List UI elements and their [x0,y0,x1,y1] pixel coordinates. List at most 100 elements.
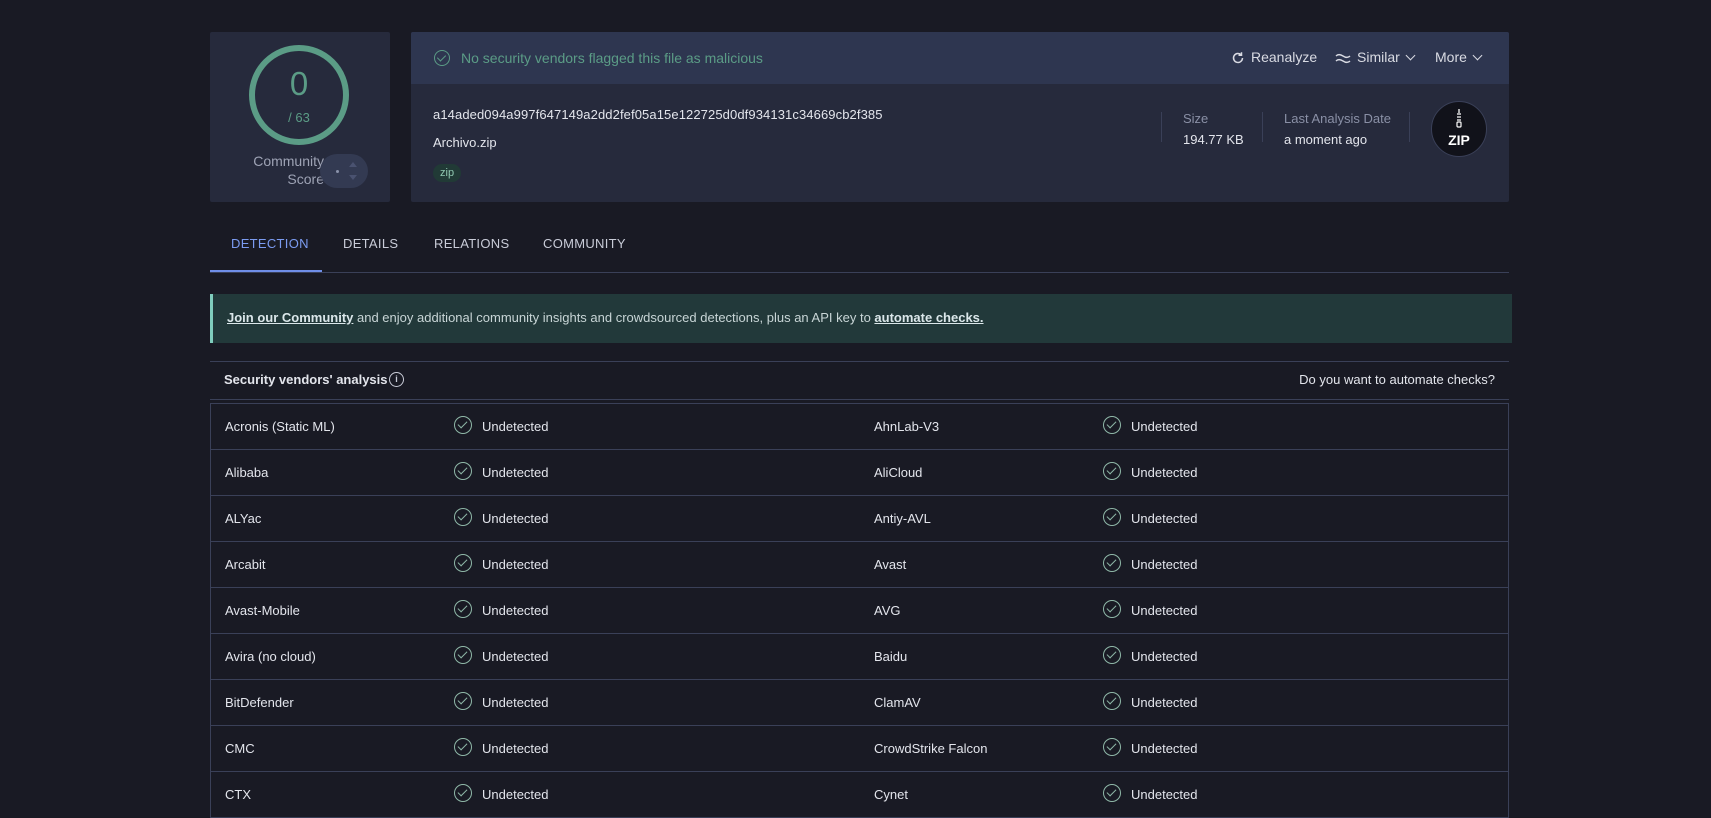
tab-relations[interactable]: RELATIONS [434,236,509,251]
similar-icon [1335,54,1351,64]
table-row: Avira (no cloud) Undetected Baidu Undete… [211,634,1508,680]
join-community-link[interactable]: Join our Community [227,310,353,325]
size-label: Size [1183,111,1209,126]
vendor-name: Avira (no cloud) [225,649,316,664]
vendor-name: Avast [874,557,907,572]
check-circle-icon [1103,692,1121,710]
check-circle-icon [434,50,450,66]
automate-checks-prompt[interactable]: Do you want to automate checks? [1299,372,1495,387]
vendor-result: Undetected [482,419,549,434]
check-circle-icon [454,738,472,756]
report-tabs: DETECTION DETAILS RELATIONS COMMUNITY [210,228,1509,273]
vendor-result: Undetected [482,603,549,618]
tab-detection[interactable]: DETECTION [231,236,309,251]
refresh-icon [1232,52,1244,64]
table-row: Acronis (Static ML) Undetected AhnLab-V3… [211,404,1508,450]
vendor-name: Antiy-AVL [874,511,931,526]
check-circle-icon [454,692,472,710]
vendor-result: Undetected [482,741,549,756]
community-banner-middle: and enjoy additional community insights … [353,310,875,325]
last-analysis-value: a moment ago [1284,132,1368,147]
table-row: ALYac Undetected Antiy-AVL Undetected [211,496,1508,542]
table-row: Alibaba Undetected AliCloud Undetected [211,450,1508,496]
table-row: CMC Undetected CrowdStrike Falcon Undete… [211,726,1508,772]
check-circle-icon [1103,416,1121,434]
vendor-name: CTX [225,787,251,802]
table-row: CTX Undetected Cynet Undetected [211,772,1508,818]
vendor-name: Alibaba [225,465,269,480]
zipper-icon [1456,109,1462,128]
divider [1409,112,1410,142]
check-circle-icon [454,416,472,434]
vendor-result: Undetected [482,557,549,572]
detection-score-card: 0 / 63 Community Score [210,32,390,202]
vendor-result: Undetected [1131,695,1198,710]
check-circle-icon [454,508,472,526]
vendor-result: Undetected [1131,741,1198,756]
zip-file-icon: ZIP [1431,101,1487,157]
table-row: Avast-Mobile Undetected AVG Undetected [211,588,1508,634]
check-circle-icon [1103,554,1121,572]
vendor-result: Undetected [482,787,549,802]
tab-community[interactable]: COMMUNITY [543,236,626,251]
reanalyze-button[interactable]: Reanalyze [1231,49,1317,65]
file-tag[interactable]: zip [433,164,462,182]
more-label: More [1435,49,1467,65]
vendors-table: Acronis (Static ML) Undetected AhnLab-V3… [210,403,1509,818]
vendor-name: Arcabit [225,557,266,572]
vendor-name: ALYac [225,511,262,526]
verdict-message: No security vendors flagged this file as… [461,50,763,66]
file-name: Archivo.zip [433,135,497,150]
vendor-name: AhnLab-V3 [874,419,940,434]
vote-down-icon[interactable] [349,175,357,180]
vendor-result: Undetected [1131,419,1198,434]
vendor-name: Baidu [874,649,908,664]
vendor-result: Undetected [482,649,549,664]
community-banner: Join our Community and enjoy additional … [210,294,1512,343]
community-banner-text: Join our Community and enjoy additional … [227,310,984,325]
vote-up-icon[interactable] [349,162,357,167]
table-row: Arcabit Undetected Avast Undetected [211,542,1508,588]
active-tab-indicator [210,270,322,272]
check-circle-icon [454,462,472,480]
size-value: 194.77 KB [1183,132,1244,147]
vendor-result: Undetected [482,511,549,526]
vendor-name: AVG [874,603,901,618]
check-circle-icon [1103,646,1121,664]
vendor-result: Undetected [1131,511,1198,526]
zip-label: ZIP [1448,132,1470,148]
last-analysis-label: Last Analysis Date [1284,111,1391,126]
check-circle-icon [1103,508,1121,526]
check-circle-icon [454,554,472,572]
check-circle-icon [1103,738,1121,756]
similar-label: Similar [1357,49,1400,65]
automate-checks-link[interactable]: automate checks. [874,310,983,325]
vendors-header: Security vendors' analysis i Do you want… [210,361,1509,400]
vendor-name: CrowdStrike Falcon [874,741,988,756]
detection-total: / 63 [288,110,310,125]
vendor-name: Cynet [874,787,908,802]
check-circle-icon [1103,600,1121,618]
detection-ring: 0 / 63 [249,45,349,145]
vendor-name: CMC [225,741,255,756]
tab-details[interactable]: DETAILS [343,236,398,251]
file-hash[interactable]: a14aded094a997f647149a2dd2fef05a15e12272… [433,107,883,122]
vendor-result: Undetected [1131,603,1198,618]
check-circle-icon [454,784,472,802]
chevron-down-icon [1405,50,1416,61]
check-circle-icon [1103,462,1121,480]
community-score-vote[interactable] [320,154,368,188]
community-score-label: Community Score [253,153,324,187]
vendor-name: Acronis (Static ML) [225,419,335,434]
more-dropdown[interactable]: More [1435,49,1483,65]
info-icon[interactable]: i [389,372,404,387]
divider [1262,112,1263,142]
verdict-banner: No security vendors flagged this file as… [411,32,1509,84]
check-circle-icon [454,646,472,664]
check-circle-icon [1103,784,1121,802]
similar-dropdown[interactable]: Similar [1335,49,1416,65]
vendor-name: BitDefender [225,695,294,710]
vendor-result: Undetected [1131,787,1198,802]
detection-count: 0 [289,65,309,102]
vendor-result: Undetected [482,465,549,480]
